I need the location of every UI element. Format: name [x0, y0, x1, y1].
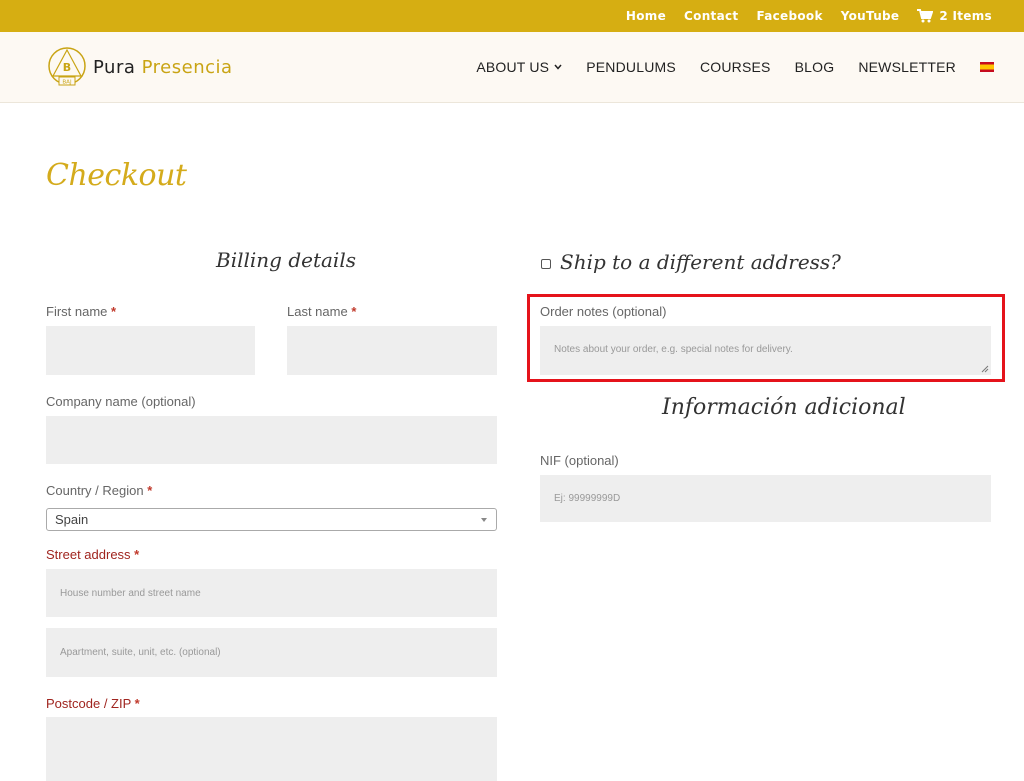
country-select-value: Spain — [55, 512, 89, 527]
street-address-1-placeholder: House number and street name — [60, 587, 201, 599]
ship-different-checkbox[interactable] — [541, 259, 551, 269]
required-mark: * — [111, 304, 117, 319]
top-link-home[interactable]: Home — [626, 9, 666, 23]
additional-info-heading: Información adicional — [662, 395, 906, 420]
required-mark: * — [147, 483, 153, 498]
logo-text: Pura Presencia — [93, 57, 233, 78]
required-mark: * — [351, 304, 357, 319]
nav-about-us[interactable]: ABOUT US — [476, 59, 562, 75]
logo-word-2: Presencia — [141, 56, 233, 78]
nav-blog[interactable]: BLOG — [795, 59, 835, 75]
country-label: Country / Region * — [46, 483, 152, 498]
top-link-contact[interactable]: Contact — [684, 9, 738, 23]
page-title: Checkout — [46, 158, 187, 193]
order-notes-textarea[interactable]: Notes about your order, e.g. special not… — [540, 326, 991, 375]
nav-courses[interactable]: COURSES — [700, 59, 771, 75]
first-name-label: First name * — [46, 304, 116, 319]
country-label-text: Country / Region — [46, 483, 144, 498]
nif-label: NIF (optional) — [540, 453, 619, 468]
street-label: Street address * — [46, 547, 139, 562]
chevron-down-icon — [554, 64, 562, 70]
required-mark: * — [134, 696, 140, 711]
ship-different-heading: Ship to a different address? — [560, 250, 841, 274]
site-header: B BAJ Pura Presencia ABOUT US PENDULUMS … — [0, 32, 1024, 103]
dropdown-arrow-icon — [481, 517, 487, 522]
svg-text:B: B — [63, 61, 71, 74]
top-links: Home Contact Facebook YouTube 2 Items — [626, 0, 992, 32]
street-address-1-input[interactable]: House number and street name — [46, 569, 497, 617]
top-link-facebook[interactable]: Facebook — [756, 9, 822, 23]
postcode-input[interactable] — [46, 717, 497, 781]
nav-pendulums[interactable]: PENDULUMS — [586, 59, 676, 75]
street-label-text: Street address — [46, 547, 131, 562]
top-bar: Home Contact Facebook YouTube 2 Items — [0, 0, 1024, 32]
last-name-input[interactable] — [287, 326, 497, 375]
nav-about-us-label: ABOUT US — [476, 59, 550, 75]
language-switcher[interactable] — [980, 62, 994, 72]
country-select[interactable]: Spain — [46, 508, 497, 531]
spain-flag-icon — [980, 62, 994, 72]
logo-word-1: Pura — [93, 56, 136, 78]
site-logo[interactable]: B BAJ Pura Presencia — [47, 46, 233, 88]
nif-input[interactable]: Ej: 99999999D — [540, 475, 991, 522]
billing-heading: Billing details — [216, 248, 356, 272]
resize-grip-icon[interactable] — [981, 365, 989, 373]
last-name-label-text: Last name — [287, 304, 348, 319]
street-address-2-placeholder: Apartment, suite, unit, etc. (optional) — [60, 647, 221, 658]
postcode-label: Postcode / ZIP * — [46, 696, 140, 711]
cart-link[interactable]: 2 Items — [917, 9, 992, 23]
first-name-input[interactable] — [46, 326, 255, 375]
last-name-label: Last name * — [287, 304, 356, 319]
order-notes-label: Order notes (optional) — [540, 304, 667, 319]
street-address-2-input[interactable]: Apartment, suite, unit, etc. (optional) — [46, 628, 497, 677]
cart-icon — [917, 9, 934, 23]
main-nav: ABOUT US PENDULUMS COURSES BLOG NEWSLETT… — [476, 32, 994, 102]
required-mark: * — [134, 547, 140, 562]
first-name-label-text: First name — [46, 304, 108, 319]
cart-count: 2 Items — [939, 9, 992, 23]
top-link-youtube[interactable]: YouTube — [841, 9, 900, 23]
nav-newsletter[interactable]: NEWSLETTER — [858, 59, 956, 75]
svg-text:BAJ: BAJ — [62, 80, 72, 86]
postcode-label-text: Postcode / ZIP — [46, 696, 132, 711]
company-label: Company name (optional) — [46, 394, 196, 409]
nif-placeholder: Ej: 99999999D — [554, 493, 621, 504]
logo-emblem-icon: B BAJ — [48, 47, 86, 86]
company-input[interactable] — [46, 416, 497, 464]
order-notes-placeholder: Notes about your order, e.g. special not… — [554, 344, 793, 355]
